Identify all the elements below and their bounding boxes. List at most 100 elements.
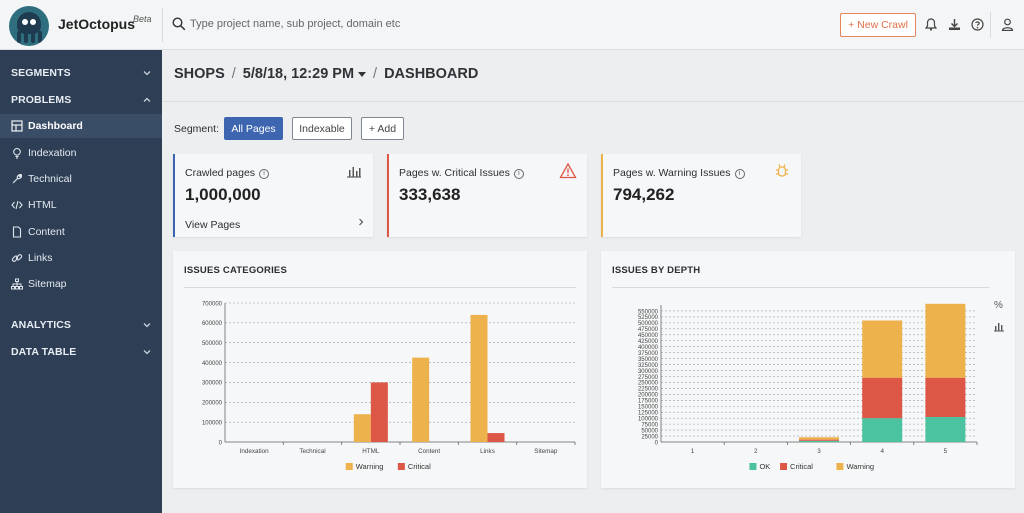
sidebar-section-data-table[interactable]: DATA TABLE [0, 341, 162, 363]
breadcrumb-crawl-label: 5/8/18, 12:29 PM [242, 66, 355, 82]
segment-all-pages-button[interactable]: All Pages [224, 117, 283, 140]
y-tick-label: 300000 [638, 369, 659, 375]
code-icon [11, 200, 23, 210]
y-tick-label: 500000 [202, 341, 223, 347]
x-tick-label: 2 [754, 448, 758, 455]
crawled-pages-label: Crawled pages [185, 167, 256, 179]
crawled-pages-label-row: Crawled pages i [185, 167, 270, 179]
caret-down-icon [358, 71, 367, 77]
info-icon[interactable]: i [513, 169, 524, 179]
sidebar-section-label: DATA TABLE [11, 346, 77, 358]
y-tick-label: 150000 [638, 405, 659, 411]
legend-swatch-critical [780, 463, 788, 470]
sidebar-item-links[interactable]: Links [0, 246, 162, 270]
bar-ok [925, 416, 966, 442]
y-tick-label: 100000 [638, 416, 659, 422]
bulb-icon [13, 147, 21, 159]
sidebar-item-label: Sitemap [28, 278, 67, 290]
sitemap-icon [11, 278, 23, 290]
divider [162, 8, 163, 42]
info-icon[interactable]: i [734, 169, 745, 179]
search-icon [172, 17, 186, 31]
sidebar-item-dashboard[interactable]: Dashboard [0, 114, 162, 138]
sidebar-section-problems[interactable]: PROBLEMS [0, 89, 162, 111]
y-tick-label: 600000 [202, 321, 223, 327]
breadcrumb-separator: / [373, 66, 378, 82]
sidebar-section-analytics[interactable]: ANALYTICS [0, 314, 162, 336]
y-tick-label: 25000 [641, 434, 658, 440]
download-icon[interactable] [946, 16, 962, 32]
breadcrumb-project[interactable]: SHOPS [174, 66, 225, 82]
critical-issues-label-row: Pages w. Critical Issues i [399, 167, 524, 179]
bar-critical [370, 382, 388, 442]
warning-triangle-icon [559, 162, 577, 179]
x-tick-label: HTML [362, 448, 380, 455]
sidebar-item-content[interactable]: Content [0, 220, 162, 244]
wrench-icon [12, 173, 23, 184]
sidebar-item-sitemap[interactable]: Sitemap [0, 272, 162, 296]
chevron-up-icon [143, 97, 151, 102]
sidebar: SEGMENTS PROBLEMS Dashboard Indexation T… [0, 50, 162, 513]
link-icon [11, 254, 23, 262]
y-tick-label: 400000 [202, 361, 223, 367]
bug-icon [776, 164, 788, 177]
user-icon[interactable] [999, 16, 1015, 32]
y-tick-label: 50000 [641, 428, 658, 434]
y-tick-label: 300000 [202, 381, 223, 387]
info-icon[interactable]: i [259, 169, 270, 179]
help-icon[interactable] [969, 16, 985, 32]
bar-chart-icon[interactable] [345, 162, 363, 180]
chevron-down-icon [143, 71, 151, 76]
bar-chart-toggle-icon[interactable] [993, 321, 1005, 332]
sidebar-section-label: ANALYTICS [11, 319, 72, 331]
x-tick-label: 5 [944, 448, 948, 455]
legend-label-warning: Warning [846, 462, 874, 471]
y-tick-label: 450000 [638, 333, 659, 339]
sidebar-item-technical[interactable]: Technical [0, 167, 162, 191]
chevron-right-icon [359, 218, 364, 226]
chevron-down-icon [143, 350, 151, 355]
y-tick-label: 425000 [638, 339, 659, 345]
sidebar-section-segments[interactable]: SEGMENTS [0, 62, 162, 84]
issues-by-depth-card: ISSUES BY DEPTH 0 25000 50000 75000 100000 12… [601, 251, 1015, 488]
breadcrumb-page: DASHBOARD [384, 66, 479, 82]
y-tick-label: 75000 [641, 422, 658, 428]
bar-warning [412, 357, 430, 442]
y-tick-label: 350000 [638, 357, 659, 363]
sidebar-item-label: HTML [28, 199, 57, 211]
card-accent [601, 154, 603, 237]
view-pages-label: View Pages [185, 219, 241, 231]
bar-warning [799, 437, 839, 440]
top-bar: JetOctopus Beta + New Crawl [0, 0, 1024, 50]
breadcrumb: SHOPS / 5/8/18, 12:29 PM / DASHBOARD [174, 66, 478, 82]
legend-swatch-critical [397, 463, 405, 470]
x-tick-label: Sitemap [534, 448, 558, 455]
jetoctopus-logo-icon[interactable] [9, 6, 49, 46]
segment-indexable-button[interactable]: Indexable [292, 117, 352, 140]
legend-label-ok: OK [759, 462, 770, 471]
new-crawl-button[interactable]: + New Crawl [840, 13, 916, 37]
x-tick-label: 4 [880, 448, 884, 455]
bar-critical [487, 433, 505, 442]
beta-badge: Beta [133, 14, 152, 24]
sidebar-item-html[interactable]: HTML [0, 193, 162, 217]
sidebar-item-label: Dashboard [28, 120, 83, 132]
segment-add-button[interactable]: + Add [361, 117, 404, 140]
search-input[interactable] [190, 14, 590, 34]
legend-swatch-warning [836, 463, 844, 470]
bell-icon[interactable] [923, 16, 939, 32]
percent-toggle[interactable]: % [994, 300, 1003, 311]
breadcrumb-separator: / [231, 66, 236, 82]
y-tick-label: 700000 [202, 301, 223, 307]
bar-warning [353, 414, 371, 442]
y-tick-label: 175000 [638, 399, 659, 405]
legend-label-critical: Critical [790, 462, 813, 471]
bar-critical [925, 377, 966, 417]
x-tick-label: Links [480, 448, 495, 455]
bar-ok [799, 440, 839, 442]
segment-label: Segment: [174, 123, 219, 135]
warning-issues-label-row: Pages w. Warning Issues i [613, 167, 745, 179]
sidebar-item-indexation[interactable]: Indexation [0, 141, 162, 165]
breadcrumb-crawl-dropdown[interactable]: 5/8/18, 12:29 PM [242, 66, 367, 82]
view-pages-link[interactable]: View Pages [185, 215, 365, 231]
